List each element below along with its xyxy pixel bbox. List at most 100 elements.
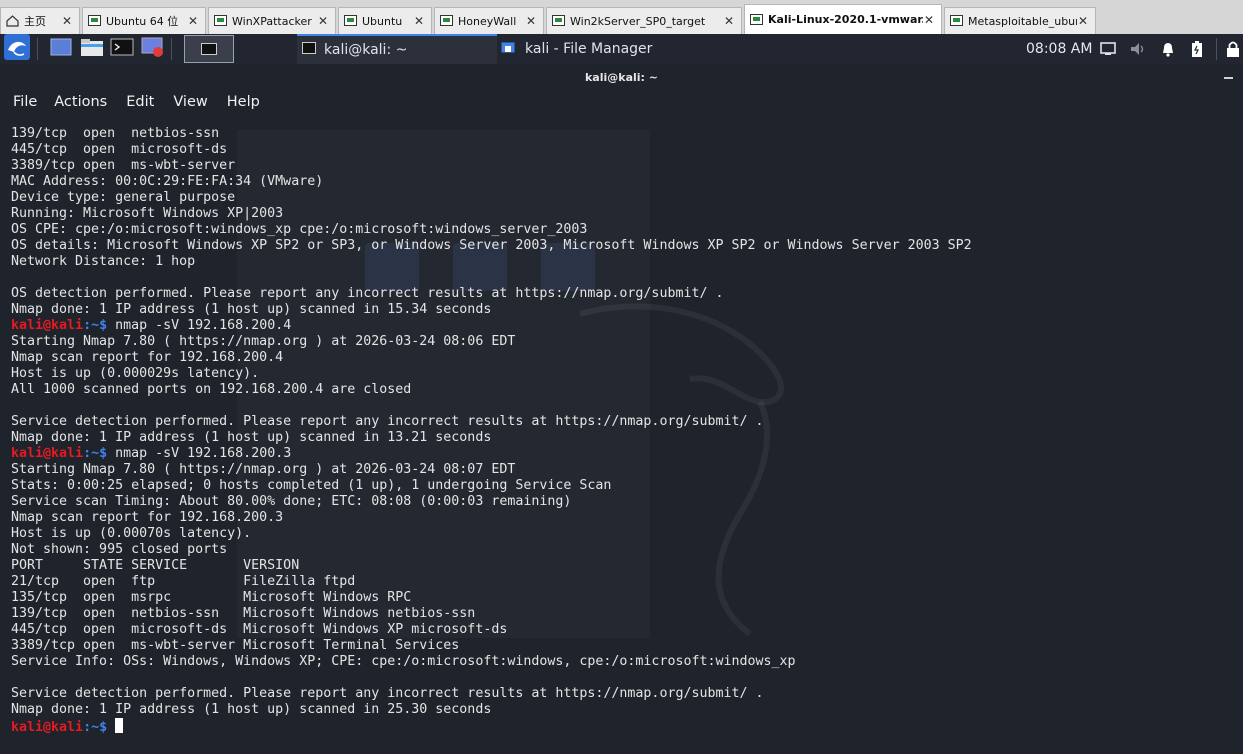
vm-tab[interactable]: Ubuntu 64 位 ✕ — [82, 7, 206, 34]
terminal-line: Service scan Timing: About 80.00% done; … — [11, 494, 572, 509]
vm-icon — [551, 14, 565, 28]
terminal-line: Service detection performed. Please repo… — [11, 686, 764, 701]
vm-tab-label: Win2kServer_SP0_target — [570, 14, 706, 28]
text-cursor[interactable] — [115, 718, 124, 733]
terminal-line: OS detection performed. Please report an… — [11, 286, 724, 301]
terminal-line: Nmap done: 1 IP address (1 host up) scan… — [11, 302, 492, 317]
prompt-path: :~$ — [83, 446, 108, 461]
terminal-title: kali@kali: ~ — [584, 71, 658, 84]
vm-icon — [949, 14, 963, 28]
close-icon[interactable]: ✕ — [413, 14, 425, 28]
terminal-line: Nmap scan report for 192.168.200.4 — [11, 350, 284, 365]
terminal-line: Device type: general purpose — [11, 190, 236, 205]
terminal-output[interactable]: 139/tcp open netbios-ssn 445/tcp open mic… — [11, 126, 972, 735]
vm-tab-label: WinXPattacker — [232, 14, 312, 28]
kali-dragon-icon — [4, 34, 30, 64]
menu-item-help[interactable]: Help — [208, 94, 260, 116]
terminal-line: Network Distance: 1 hop — [11, 254, 196, 269]
browser-icon — [141, 36, 165, 62]
terminal-line: Nmap done: 1 IP address (1 host up) scan… — [11, 430, 492, 445]
prompt-path: :~$ — [83, 318, 108, 333]
taskbar-window-label: kali@kali: ~ — [324, 42, 408, 58]
terminal-line: OS CPE: cpe:/o:microsoft:windows_xp cpe:… — [11, 222, 588, 237]
vm-tab-label: Ubuntu — [362, 14, 403, 28]
terminal-line: Host is up (0.00070s latency). — [11, 526, 252, 541]
terminal-line: Nmap scan report for 192.168.200.3 — [11, 510, 284, 525]
close-icon[interactable]: ✕ — [525, 14, 537, 28]
terminal-line: Stats: 0:00:25 elapsed; 0 hosts complete… — [11, 478, 612, 493]
terminal-line: 135/tcp open msrpc Microsoft Windows RPC — [11, 590, 412, 605]
launcher-web-browser[interactable] — [141, 34, 165, 64]
terminal-line: PORT STATE SERVICE VERSION — [11, 558, 300, 573]
vm-tab[interactable]: 主页 ✕ — [0, 7, 80, 34]
workspace-switcher[interactable] — [184, 34, 234, 64]
terminal-line: All 1000 scanned ports on 192.168.200.4 … — [11, 382, 412, 397]
prompt-user: kali@kali — [11, 720, 84, 735]
prompt-user: kali@kali — [11, 318, 84, 333]
volume-icon[interactable] — [1129, 34, 1147, 64]
command-text — [107, 720, 115, 735]
vm-tab-label: Ubuntu 64 位 — [106, 15, 179, 28]
menu-item-edit[interactable]: Edit — [107, 94, 154, 116]
kali-top-panel: kali@kali: ~ kali - File Manager 08:08 A… — [0, 34, 1243, 64]
terminal-line: Starting Nmap 7.80 ( https://nmap.org ) … — [11, 462, 516, 477]
vm-tab[interactable]: Ubuntu ✕ — [338, 7, 432, 34]
vm-icon — [87, 14, 101, 28]
terminal-line: Not shown: 995 closed ports — [11, 542, 228, 557]
close-icon[interactable]: ✕ — [317, 14, 329, 28]
vm-tab[interactable]: WinXPattacker ✕ — [208, 7, 336, 34]
terminal-line: 139/tcp open netbios-ssn Microsoft Windo… — [11, 606, 476, 621]
taskbar-window-file-manager[interactable]: kali - File Manager — [497, 34, 707, 64]
terminal-icon — [110, 37, 134, 61]
vm-icon — [439, 14, 453, 28]
terminal-line: Host is up (0.000029s latency). — [11, 366, 260, 381]
command-text: nmap -sV 192.168.200.3 — [107, 446, 292, 461]
file-manager-icon — [501, 41, 515, 57]
terminal-line: OS details: Microsoft Windows XP SP2 or … — [11, 238, 972, 253]
prompt-user: kali@kali — [11, 446, 84, 461]
menu-item-actions[interactable]: Actions — [37, 94, 107, 116]
terminal-line: 3389/tcp open ms-wbt-server — [11, 158, 236, 173]
vm-icon — [343, 14, 357, 28]
launcher-file-manager[interactable] — [80, 34, 104, 64]
vm-tab[interactable]: Metasploitable_ubuntu✕ — [944, 7, 1096, 34]
terminal-window[interactable]: kali@kali: ~ File Actions Edit View Help 139… — [0, 64, 1243, 754]
terminal-line: kali@kali:~$ nmap -sV 192.168.200.3 — [11, 446, 972, 462]
terminal-line: 3389/tcp open ms-wbt-server Microsoft Te… — [11, 638, 460, 653]
terminal-line: Nmap done: 1 IP address (1 host up) scan… — [11, 702, 492, 717]
menu-item-file[interactable]: File — [0, 94, 37, 116]
terminal-line: kali@kali:~$ nmap -sV 192.168.200.4 — [11, 318, 972, 334]
terminal-line: Starting Nmap 7.80 ( https://nmap.org ) … — [11, 334, 516, 349]
terminal-titlebar[interactable]: kali@kali: ~ — [0, 64, 1243, 90]
close-icon[interactable]: ✕ — [723, 14, 735, 28]
close-icon[interactable]: ✕ — [923, 13, 935, 27]
vm-tab-label: Metasploitable_ubuntu — [968, 14, 1077, 28]
close-icon[interactable]: ✕ — [1077, 14, 1089, 28]
display-icon[interactable] — [1100, 34, 1116, 64]
taskbar-window-label: kali - File Manager — [525, 41, 653, 57]
vm-icon — [749, 13, 763, 27]
show-desktop-button[interactable] — [50, 34, 72, 64]
terminal-line: 21/tcp open ftp FileZilla ftpd — [11, 574, 356, 589]
launcher-terminal[interactable] — [110, 34, 134, 64]
battery-icon[interactable] — [1191, 34, 1203, 64]
vm-tab[interactable]: Kali-Linux-2020.1-vmwar... ✕ — [744, 4, 942, 34]
terminal-menubar: File Actions Edit View Help — [0, 94, 260, 116]
terminal-line: Running: Microsoft Windows XP|2003 — [11, 206, 284, 221]
menu-item-view[interactable]: View — [154, 94, 207, 116]
home-icon — [5, 14, 19, 28]
taskbar-window-terminal[interactable]: kali@kali: ~ — [297, 34, 497, 64]
vm-tab[interactable]: HoneyWall ✕ — [434, 7, 544, 34]
minimize-icon[interactable] — [1224, 77, 1233, 79]
kali-menu-button[interactable] — [4, 34, 30, 64]
vm-tab-label: HoneyWall — [458, 14, 517, 28]
panel-clock[interactable]: 08:08 AM — [1026, 34, 1092, 64]
vm-tab[interactable]: Win2kServer_SP0_target ✕ — [546, 7, 742, 34]
close-icon[interactable]: ✕ — [187, 14, 199, 28]
terminal-icon — [302, 42, 316, 58]
lock-icon[interactable] — [1226, 34, 1240, 64]
notification-bell-icon[interactable] — [1160, 34, 1176, 64]
close-icon[interactable]: ✕ — [61, 14, 73, 28]
terminal-line: 139/tcp open netbios-ssn — [11, 126, 220, 141]
